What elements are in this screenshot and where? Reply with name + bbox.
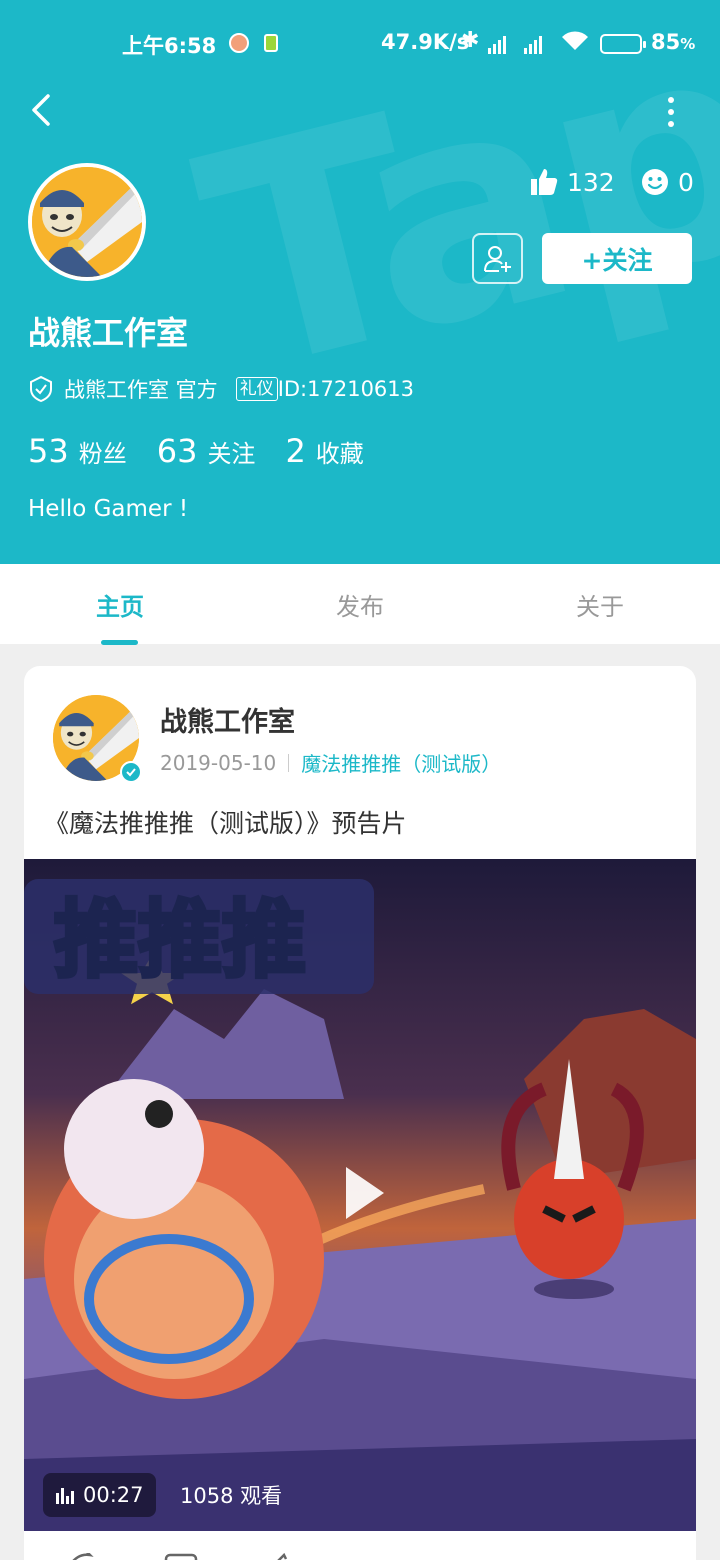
etiquette-badge[interactable]: 礼仪 — [235, 377, 278, 401]
tab-posts[interactable]: 发布 — [240, 564, 480, 644]
follow-button[interactable]: +关注 — [542, 233, 692, 284]
video-duration-pill: 00:27 — [43, 1473, 156, 1517]
verified-badge-icon — [120, 761, 142, 783]
likes-stat: 132 — [529, 166, 615, 198]
video-game-title: 推推推 — [54, 891, 306, 989]
notification-app-icon — [229, 33, 249, 53]
signal-hd-icon — [524, 34, 542, 54]
share-icon[interactable] — [68, 1553, 98, 1560]
video-views: 1058 观看 — [180, 1484, 283, 1508]
user-id: ID:17210613 — [277, 377, 415, 401]
reactions-stat: 0 — [641, 166, 694, 198]
following-count[interactable]: 63 — [157, 432, 198, 470]
battery-percent: 85% — [651, 30, 696, 54]
play-icon[interactable] — [340, 1163, 388, 1223]
chevron-left-icon — [32, 94, 50, 126]
fans-label[interactable]: 粉丝 — [79, 434, 127, 469]
post-author-name[interactable]: 战熊工作室 — [160, 700, 295, 739]
tab-home[interactable]: 主页 — [0, 564, 240, 644]
verification-text: 战熊工作室 官方 — [64, 378, 218, 402]
meta-divider — [288, 753, 290, 772]
avatar-image — [32, 167, 142, 277]
likes-count: 132 — [567, 167, 615, 197]
bluetooth-icon: ✱ — [461, 28, 480, 53]
bar-chart-icon — [56, 1488, 74, 1504]
shield-check-icon — [30, 375, 52, 403]
tab-active-indicator — [101, 640, 138, 645]
profile-avatar[interactable] — [28, 163, 146, 281]
video-duration: 00:27 — [83, 1483, 144, 1507]
following-label[interactable]: 关注 — [207, 434, 255, 469]
status-bar: 上午6:58 47.9K/s ✱ 85% — [0, 24, 720, 64]
tab-about[interactable]: 关于 — [480, 564, 720, 644]
reactions-count: 0 — [678, 167, 694, 197]
verification-row: 战熊工作室 官方 礼仪 ID:17210613 — [28, 374, 414, 404]
favorites-count[interactable]: 2 — [285, 432, 305, 470]
wifi-icon — [560, 28, 590, 58]
profile-bio: Hello Gamer ! — [28, 496, 189, 522]
counts-row: 53 粉丝 63 关注 2 收藏 — [28, 432, 394, 470]
more-options-button[interactable] — [656, 92, 686, 132]
notification-app-icon-2 — [264, 34, 278, 52]
more-vertical-icon — [668, 97, 674, 103]
back-button[interactable] — [24, 88, 64, 132]
like-icon[interactable] — [270, 1553, 300, 1560]
game-link[interactable]: 魔法推推推（测试版） — [301, 748, 501, 777]
post-meta: 2019-05-10 魔法推推推（测试版） — [160, 748, 501, 777]
smile-icon — [642, 169, 668, 195]
battery-icon — [600, 34, 646, 54]
post-title[interactable]: 《魔法推推推（测试版）》预告片 — [44, 804, 407, 840]
post-card[interactable]: 战熊工作室 2019-05-10 魔法推推推（测试版） 《魔法推推推（测试版）》… — [24, 666, 696, 1560]
post-action-bar — [24, 1531, 696, 1560]
add-friend-icon — [483, 245, 511, 272]
status-time: 上午6:58 — [122, 34, 217, 58]
network-speed: 47.9K/s — [381, 30, 470, 54]
comment-icon[interactable] — [164, 1553, 198, 1560]
profile-header: Tap 上午6:58 47.9K/s ✱ 85% 132 0 +关注 战熊工作室… — [0, 0, 720, 564]
profile-tabs: 主页 发布 关于 — [0, 564, 720, 644]
favorites-label[interactable]: 收藏 — [316, 434, 364, 469]
post-date: 2019-05-10 — [160, 750, 277, 775]
signal-icon — [488, 34, 506, 54]
thumbs-up-icon — [531, 169, 558, 195]
fans-count[interactable]: 53 — [28, 432, 69, 470]
add-friend-button[interactable] — [472, 233, 523, 284]
video-thumbnail[interactable]: 推推推 00:27 1058 观看 — [24, 859, 696, 1531]
profile-name: 战熊工作室 — [28, 314, 189, 352]
